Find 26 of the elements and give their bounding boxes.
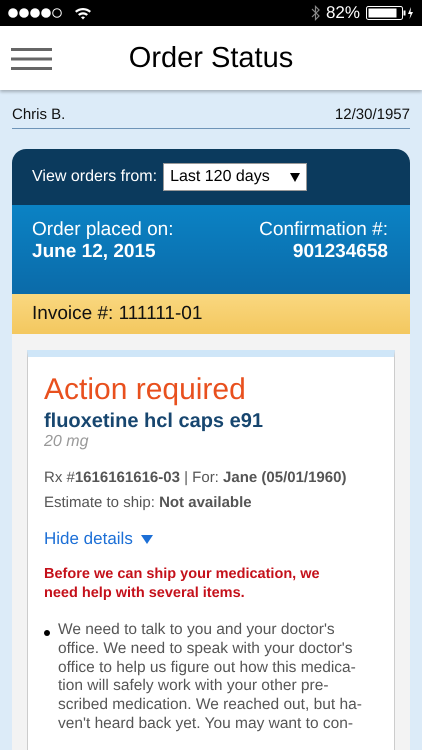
drug-name: fluoxetine hcl caps e91 — [44, 410, 264, 433]
patient-name: Chris B. — [12, 106, 66, 123]
drug-strength: 20 mg — [44, 433, 90, 451]
menu-icon[interactable] — [11, 48, 52, 70]
confirmation-number: 901234658 — [292, 241, 388, 263]
issue-text: We need to talk to you and your doctor's office. We need to speak with your doctor's office to help us figure out how this medica- tion will safely work with your other pre- scribed medication. We reached out, but ha- ven't heard back yet. You may want to con- — [58, 620, 362, 734]
date-range-dropdown[interactable]: Last 120 days — [163, 163, 307, 191]
confirmation-label: Confirmation #: — [259, 219, 388, 241]
status-heading: Action required — [44, 373, 247, 406]
caret-icon — [140, 534, 153, 544]
order-date: June 12, 2015 — [32, 241, 157, 263]
rx-info: Rx #1616161616-03 | For: Jane (05/01/1960) — [44, 469, 348, 486]
order-placed-label: Order placed on: — [32, 219, 174, 241]
battery-percentage: 82% — [326, 3, 360, 23]
bullet-icon — [44, 630, 50, 636]
ship-estimate: Estimate to ship: Not available — [44, 494, 253, 511]
page-title: Order Status — [128, 42, 294, 74]
wifi-icon — [74, 6, 92, 20]
filter-label: View orders from: — [32, 168, 158, 186]
alert-message: Before we can ship your medication, we need help with several items. — [44, 565, 321, 603]
birth-date: 12/30/1957 — [334, 106, 410, 123]
details-toggle-link[interactable]: Hide details — [44, 529, 153, 549]
caret-icon — [290, 172, 300, 182]
invoice-number: Invoice #: 111111-01 — [32, 303, 202, 325]
battery-icon — [366, 5, 414, 21]
bluetooth-icon — [310, 5, 320, 21]
